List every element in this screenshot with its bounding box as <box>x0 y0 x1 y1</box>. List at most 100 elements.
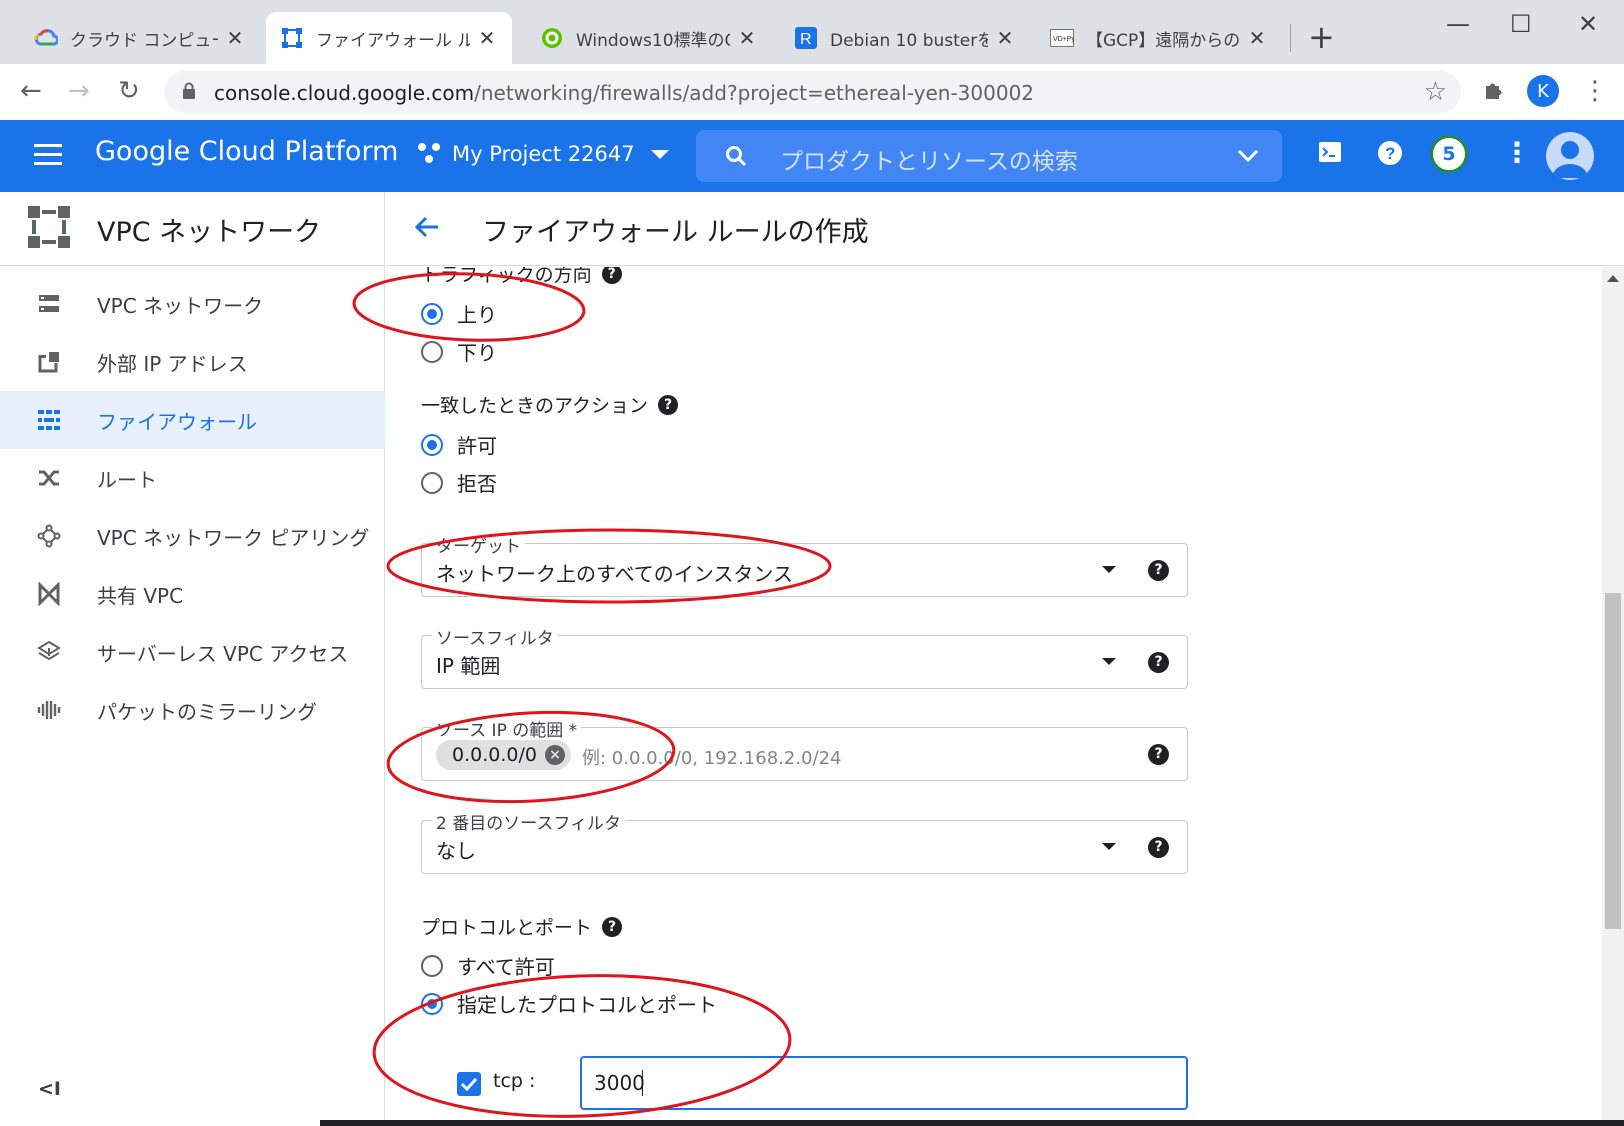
second-source-filter-select[interactable]: 2 番目のソースフィルタ なし ? <box>421 809 1188 874</box>
help-icon[interactable]: ? <box>1377 140 1403 166</box>
screen: クラウド コンピューティン ✕ ファイアウォール ルールの ✕ Windows1… <box>0 0 1624 1126</box>
shared-vpc-icon <box>38 582 60 606</box>
hamburger-menu-icon[interactable] <box>34 144 62 171</box>
radio-button[interactable] <box>421 340 443 363</box>
route-icon <box>39 470 59 486</box>
field-label: ソース IP の範囲 * <box>432 716 582 741</box>
close-icon[interactable]: ✕ <box>224 26 246 50</box>
chip-label: 0.0.0.0/0 <box>452 744 537 766</box>
radio-allow-all[interactable]: すべて許可 <box>421 951 555 980</box>
tab-title: クラウド コンピューティン <box>70 30 218 51</box>
checkmark-icon <box>460 1077 478 1092</box>
url-path: /networking/firewalls/add?project=ethere… <box>474 81 1035 105</box>
more-options-icon[interactable]: ⋮ <box>1503 136 1531 169</box>
ip-range-chip[interactable]: 0.0.0.0/0 × <box>436 740 571 770</box>
sidebar-item-routes[interactable]: ルート <box>0 449 385 507</box>
radio-egress[interactable]: 下り <box>421 337 497 366</box>
close-icon[interactable]: ✕ <box>736 26 758 50</box>
radio-deny[interactable]: 拒否 <box>421 468 497 497</box>
tcp-ports-input[interactable]: 3000 <box>580 1056 1188 1110</box>
notifications-badge[interactable]: 5 <box>1430 135 1468 173</box>
form-content: トラフィックの方向 ? 上り 下り 一致したときのアクション ? 許可 拒否 タ… <box>386 267 1602 1126</box>
radio-button[interactable] <box>421 992 443 1015</box>
scrollbar-thumb[interactable] <box>1605 593 1621 929</box>
search-icon <box>726 146 747 167</box>
sidebar-header: VPC ネットワーク <box>0 192 385 266</box>
source-ip-range-input[interactable]: ソース IP の範囲 * 0.0.0.0/0 × 例: 0.0.0.0/0, 1… <box>421 716 1188 781</box>
collapse-sidebar-button[interactable]: <I <box>38 1078 61 1100</box>
forward-arrow-icon[interactable]: → <box>68 76 90 106</box>
sidebar-item-firewall[interactable]: ファイアウォール <box>0 391 385 449</box>
chevron-down-icon[interactable] <box>1236 145 1260 167</box>
traffic-direction-label: トラフィックの方向 <box>421 267 592 286</box>
extensions-puzzle-icon[interactable] <box>1482 78 1506 102</box>
search-box[interactable]: プロダクトとリソースの検索 <box>696 130 1282 182</box>
browser-tabstrip: クラウド コンピューティン ✕ ファイアウォール ルールの ✕ Windows1… <box>0 0 1624 64</box>
close-icon[interactable]: ✕ <box>994 26 1016 50</box>
window-close-button[interactable]: ✕ <box>1578 10 1598 38</box>
field-label: 2 番目のソースフィルタ <box>432 809 626 834</box>
radio-button[interactable] <box>421 302 443 325</box>
tcp-checkbox[interactable] <box>457 1072 481 1096</box>
sidebar-item-serverless-vpc[interactable]: サーバーレス VPC アクセス <box>0 623 385 681</box>
close-icon[interactable]: ✕ <box>476 26 498 50</box>
radio-label: すべて許可 <box>457 955 555 979</box>
gcp-brand[interactable]: Google Cloud Platform <box>95 136 398 167</box>
sidebar-item-vpc-peering[interactable]: VPC ネットワーク ピアリング <box>0 507 385 565</box>
radio-button[interactable] <box>421 954 443 977</box>
bookmark-star-icon[interactable]: ☆ <box>1424 77 1447 107</box>
action-heading: 一致したときのアクション ? <box>421 391 679 418</box>
back-arrow-icon[interactable]: ← <box>20 76 42 106</box>
action-label: 一致したときのアクション <box>421 395 649 417</box>
browser-tab[interactable]: クラウド コンピューティン ✕ <box>20 12 260 64</box>
sidebar-item-shared-vpc[interactable]: 共有 VPC <box>0 565 385 623</box>
user-avatar[interactable] <box>1546 132 1594 180</box>
cloud-shell-icon[interactable] <box>1318 140 1342 164</box>
back-arrow-icon[interactable] <box>412 212 442 242</box>
browser-tab-active[interactable]: ファイアウォール ルールの ✕ <box>266 12 512 64</box>
browser-tab[interactable]: VD+Py 【GCP】遠隔からの疎通 ✕ <box>1036 12 1282 64</box>
project-dots-icon <box>418 143 442 165</box>
source-filter-select[interactable]: ソースフィルタ IP 範囲 ? <box>421 624 1188 689</box>
project-selector[interactable]: My Project 22647 <box>418 142 669 166</box>
help-icon[interactable]: ? <box>1148 652 1169 673</box>
help-icon[interactable]: ? <box>601 267 622 284</box>
dropdown-arrow-icon[interactable] <box>1102 843 1116 850</box>
target-select[interactable]: ターゲット ネットワーク上のすべてのインスタンス ? <box>421 532 1188 597</box>
new-tab-button[interactable]: + <box>1308 18 1335 56</box>
reload-icon[interactable]: ↻ <box>118 76 140 106</box>
radio-specified-protocols[interactable]: 指定したプロトコルとポート <box>421 989 717 1018</box>
maximize-button[interactable]: ☐ <box>1510 10 1532 38</box>
dropdown-arrow-icon[interactable] <box>1102 658 1116 665</box>
browser-tab[interactable]: R Debian 10 busterをイ ✕ <box>780 12 1030 64</box>
help-icon[interactable]: ? <box>1148 837 1169 858</box>
help-icon[interactable]: ? <box>602 916 623 937</box>
chrome-menu-icon[interactable]: ⋮ <box>1582 76 1608 106</box>
radio-label: 指定したプロトコルとポート <box>457 993 717 1017</box>
close-icon[interactable]: ✕ <box>1246 26 1268 50</box>
text-caret <box>642 1070 643 1096</box>
profile-avatar[interactable]: K <box>1527 75 1559 107</box>
vertical-scrollbar[interactable] <box>1602 267 1624 1126</box>
radio-button[interactable] <box>421 433 443 456</box>
minimize-button[interactable]: — <box>1446 10 1470 38</box>
scroll-up-arrow-icon[interactable] <box>1607 275 1619 282</box>
help-icon[interactable]: ? <box>658 394 679 415</box>
sidebar: VPC ネットワーク VPC ネットワーク 外部 IP アドレス ファイアウォー… <box>0 192 385 1126</box>
dropdown-arrow-icon[interactable] <box>1102 566 1116 573</box>
help-icon[interactable]: ? <box>1148 560 1169 581</box>
horizontal-scrollbar[interactable] <box>320 1120 1624 1126</box>
sidebar-item-external-ip[interactable]: 外部 IP アドレス <box>0 333 385 391</box>
radio-button[interactable] <box>421 471 443 494</box>
address-bar[interactable]: console.cloud.google.com/networking/fire… <box>164 71 1461 113</box>
radio-ingress[interactable]: 上り <box>421 299 497 328</box>
user-silhouette-icon <box>1552 141 1588 178</box>
protocols-heading: プロトコルとポート ? <box>421 913 623 940</box>
help-icon[interactable]: ? <box>1148 744 1169 765</box>
chip-remove-icon[interactable]: × <box>544 745 565 765</box>
sidebar-item-packet-mirroring[interactable]: パケットのミラーリング <box>0 681 385 739</box>
sidebar-item-vpc-network[interactable]: VPC ネットワーク <box>0 275 385 333</box>
radio-allow[interactable]: 許可 <box>421 430 497 459</box>
browser-tab[interactable]: Windows10標準のO ✕ <box>526 12 772 64</box>
svg-text:R: R <box>800 31 812 48</box>
